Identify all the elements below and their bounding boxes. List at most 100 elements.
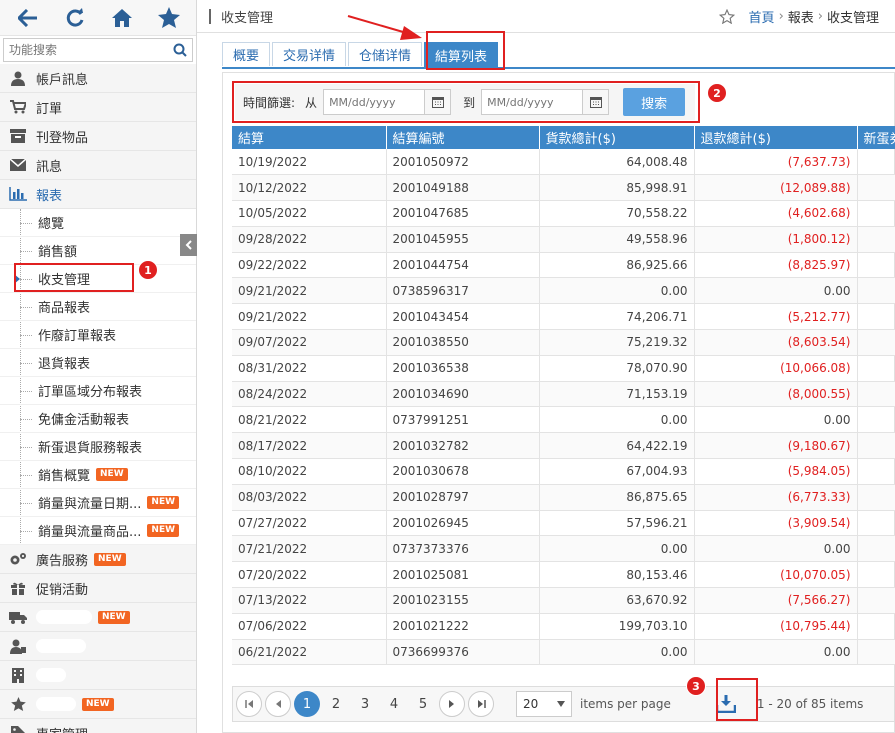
menu-item-redacted-3[interactable] <box>0 661 196 690</box>
next-page-button[interactable] <box>439 691 465 717</box>
table-row[interactable]: 08/10/2022 2001030678 67,004.93 (5,984.05) <box>232 458 895 485</box>
breadcrumb-home[interactable]: 首頁 <box>749 7 775 26</box>
sub-item-product-report[interactable]: 商品報表 <box>0 293 196 321</box>
table-row[interactable]: 08/24/2022 2001034690 71,153.19 (8,000.55) <box>232 381 895 408</box>
col-coupon[interactable]: 新蛋券 <box>857 126 895 149</box>
sub-item-sales[interactable]: 銷售額 <box>0 237 196 265</box>
cell-settlement-id: 2001044754 <box>386 252 540 279</box>
cell-refund-total: 0.00 <box>694 535 858 563</box>
sub-item-overview[interactable]: 總覽 <box>0 209 196 237</box>
table-row[interactable]: 07/13/2022 2001023155 63,670.92 (7,566.27) <box>232 587 895 614</box>
new-badge: NEW <box>96 468 128 481</box>
sub-item-traffic-product[interactable]: 銷量與流量商品... NEW <box>0 517 196 545</box>
refresh-icon[interactable] <box>63 6 87 30</box>
sidebar-collapse-button[interactable] <box>180 234 197 256</box>
calendar-icon[interactable] <box>424 90 451 114</box>
page-4[interactable]: 4 <box>381 691 407 717</box>
end-date-input[interactable] <box>482 90 583 114</box>
col-refund-total[interactable]: 退款總計($) <box>694 126 858 149</box>
cell-coupon <box>857 587 895 614</box>
sub-item-return-service[interactable]: 新蛋退貨服務報表 <box>0 433 196 461</box>
download-export-icon[interactable] <box>715 693 737 715</box>
tab-settlement-list[interactable]: 結算列表 <box>424 42 499 68</box>
start-date-field[interactable] <box>323 89 452 115</box>
page-5[interactable]: 5 <box>410 691 436 717</box>
function-search[interactable] <box>3 38 193 62</box>
search-icon[interactable] <box>168 43 192 57</box>
cell-coupon <box>857 510 895 537</box>
table-row[interactable]: 09/07/2022 2001038550 75,219.32 (8,603.54) <box>232 329 895 356</box>
col-settlement-id[interactable]: 結算編號 <box>386 126 540 149</box>
page-1[interactable]: 1 <box>294 691 320 717</box>
first-page-button[interactable] <box>236 691 262 717</box>
col-payment-total[interactable]: 貨款總計($) <box>539 126 695 149</box>
cell-payment-total: 70,558.22 <box>539 200 695 227</box>
table-row[interactable]: 08/03/2022 2001028797 86,875.65 (6,773.33) <box>232 484 895 511</box>
table-row[interactable]: 10/05/2022 2001047685 70,558.22 (4,602.68) <box>232 200 895 227</box>
table-row[interactable]: 09/22/2022 2001044754 86,925.66 (8,825.97) <box>232 252 895 279</box>
prev-page-button[interactable] <box>265 691 291 717</box>
table-row[interactable]: 06/21/2022 0736699376 0.00 0.00 <box>232 639 895 666</box>
menu-item-messages[interactable]: 訊息 <box>0 151 196 180</box>
table-row[interactable]: 07/27/2022 2001026945 57,596.21 (3,909.54) <box>232 510 895 537</box>
last-page-button[interactable] <box>468 691 494 717</box>
start-date-input[interactable] <box>324 90 425 114</box>
sub-item-returns[interactable]: 退貨報表 <box>0 349 196 377</box>
table-row[interactable]: 10/19/2022 2001050972 64,008.48 (7,637.73) <box>232 149 895 176</box>
cell-settlement-id: 2001021222 <box>386 613 540 640</box>
tab-summary[interactable]: 概要 <box>222 42 271 66</box>
menu-item-reports[interactable]: 報表 <box>0 180 196 209</box>
table-row[interactable]: 08/17/2022 2001032782 64,422.19 (9,180.67) <box>232 432 895 460</box>
table-row[interactable]: 07/20/2022 2001025081 80,153.46 (10,070.05) <box>232 561 895 589</box>
sub-item-traffic-date[interactable]: 銷量與流量日期... NEW <box>0 489 196 517</box>
function-search-input[interactable] <box>4 39 168 61</box>
sub-item-commission-free[interactable]: 免傭金活動報表 <box>0 405 196 433</box>
sub-item-finance[interactable]: 收支管理 <box>0 265 196 293</box>
page-2[interactable]: 2 <box>323 691 349 717</box>
star-icon[interactable] <box>157 6 181 30</box>
bar-chart-icon <box>0 187 36 201</box>
sub-item-sales-overview[interactable]: 銷售概覽 NEW <box>0 461 196 489</box>
menu-item-account[interactable]: 帳戶訊息 <box>0 64 196 93</box>
table-row[interactable]: 09/21/2022 0738596317 0.00 0.00 <box>232 277 895 305</box>
cell-settlement-date: 07/21/2022 <box>232 535 387 563</box>
back-arrow-icon[interactable] <box>16 6 40 30</box>
cell-refund-total: 0.00 <box>694 277 858 305</box>
cell-settlement-id: 0737991251 <box>386 406 540 434</box>
table-row[interactable]: 09/21/2022 2001043454 74,206.71 (5,212.77) <box>232 303 895 331</box>
menu-item-promotions[interactable]: 促销活動 <box>0 574 196 603</box>
sub-item-label: 商品報表 <box>38 301 91 316</box>
tab-transaction-details[interactable]: 交易详情 <box>272 42 347 66</box>
cell-settlement-date: 09/21/2022 <box>232 303 387 331</box>
breadcrumb-reports[interactable]: 報表 <box>788 7 814 26</box>
table-row[interactable]: 10/12/2022 2001049188 85,998.91 (12,089.88) <box>232 174 895 202</box>
sub-item-void-orders[interactable]: 作廢訂單報表 <box>0 321 196 349</box>
page-3[interactable]: 3 <box>352 691 378 717</box>
menu-item-redacted-4[interactable]: NEW <box>0 690 196 719</box>
menu-item-ads[interactable]: 廣告服務 NEW <box>0 545 196 574</box>
table-row[interactable]: 09/28/2022 2001045955 49,558.96 (1,800.12) <box>232 226 895 253</box>
menu-item-redacted-2[interactable] <box>0 632 196 661</box>
menu-item-expert[interactable]: 專家管理 <box>0 719 196 733</box>
cell-payment-total: 0.00 <box>539 639 695 666</box>
redacted-label <box>36 697 76 711</box>
table-row[interactable]: 07/06/2022 2001021222 199,703.10 (10,795.44… <box>232 613 895 640</box>
table-row[interactable]: 08/21/2022 0737991251 0.00 0.00 <box>232 406 895 434</box>
table-row[interactable]: 07/21/2022 0737373376 0.00 0.00 <box>232 535 895 563</box>
menu-item-orders[interactable]: 訂單 <box>0 93 196 122</box>
home-icon[interactable] <box>110 6 134 30</box>
calendar-icon[interactable] <box>582 90 609 114</box>
tab-warehouse-details[interactable]: 仓储详情 <box>348 42 423 66</box>
page-size-select[interactable]: 20 <box>516 691 572 717</box>
cell-coupon <box>857 149 895 176</box>
cell-settlement-id: 2001036538 <box>386 355 540 382</box>
caret-down-icon <box>557 701 565 707</box>
sub-item-region[interactable]: 訂單區域分布報表 <box>0 377 196 405</box>
table-row[interactable]: 08/31/2022 2001036538 78,070.90 (10,066.08) <box>232 355 895 382</box>
col-settlement[interactable]: 結算 <box>232 126 387 149</box>
search-button[interactable]: 搜索 <box>623 88 686 116</box>
menu-item-redacted-1[interactable]: NEW <box>0 603 196 632</box>
favorite-star-icon[interactable] <box>718 8 735 24</box>
menu-item-listings[interactable]: 刊登物品 <box>0 122 196 151</box>
end-date-field[interactable] <box>481 89 610 115</box>
